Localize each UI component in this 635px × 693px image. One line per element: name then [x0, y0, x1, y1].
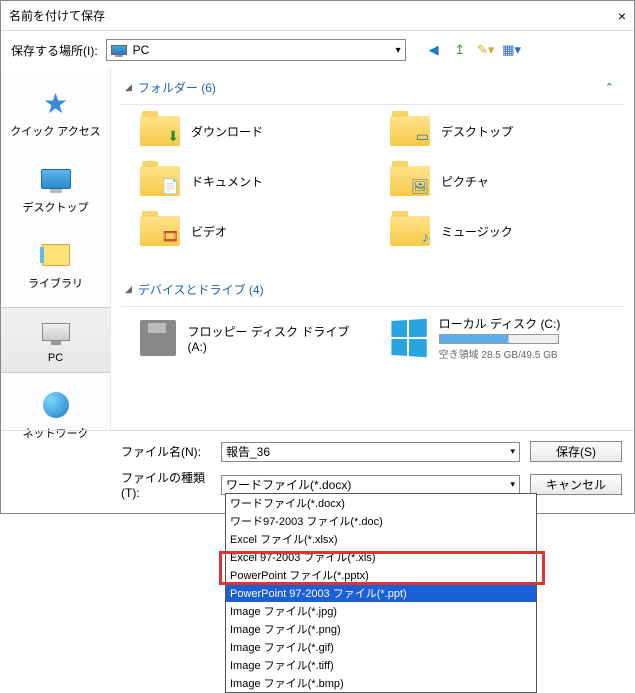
chevron-down-icon: ▾: [510, 479, 515, 490]
folder-pictures[interactable]: 🖼 ピクチャ: [389, 163, 609, 199]
drive-local-c[interactable]: ローカル ディスク (C:) 空き領域 28.5 GB/49.5 GB: [387, 315, 624, 361]
back-icon[interactable]: ◀: [426, 42, 442, 58]
sidebar-item-label: PC: [48, 352, 63, 364]
sidebar-item-quick-access[interactable]: ★ クイック アクセス: [1, 79, 110, 147]
group-header-folders[interactable]: フォルダー (6) ⌃: [121, 69, 624, 102]
cancel-button[interactable]: キャンセル: [530, 474, 622, 495]
form-area: ファイル名(N): 報告_36 ▾ 保存(S) ファイルの種類(T): ワードフ…: [1, 430, 634, 513]
save-as-dialog: 名前を付けて保存 × 保存する場所(I): PC ▾ ◀ ↥ ✎▾ ▦▾ ★ ク…: [0, 0, 635, 514]
folder-music[interactable]: ♪ ミュージック: [389, 213, 609, 249]
new-folder-icon[interactable]: ✎▾: [478, 42, 494, 58]
group-header-drives[interactable]: デバイスとドライブ (4): [121, 271, 624, 304]
filename-label: ファイル名(N):: [121, 443, 211, 460]
filetype-label: ファイルの種類(T):: [121, 469, 211, 500]
views-icon[interactable]: ▦▾: [504, 42, 520, 58]
filetype-option[interactable]: Image ファイル(*.bmp): [226, 674, 536, 692]
drives-grid: フロッピー ディスク ドライブ (A:) ローカル ディスク (C:) 空き領域…: [121, 315, 624, 383]
folder-label: ビデオ: [191, 223, 227, 240]
folder-icon: 🎞: [140, 216, 180, 246]
filetype-select[interactable]: ワードファイル(*.docx) ▾: [221, 475, 520, 495]
folder-label: ミュージック: [441, 223, 513, 240]
globe-icon: [43, 392, 69, 418]
filetype-option[interactable]: PowerPoint ファイル(*.pptx): [226, 566, 536, 584]
folder-icon: 🖼: [390, 166, 430, 196]
filetype-option[interactable]: ワード97-2003 ファイル(*.doc): [226, 512, 536, 530]
titlebar: 名前を付けて保存 ×: [1, 1, 634, 31]
library-icon: [42, 244, 70, 266]
location-label: 保存する場所(I):: [11, 42, 98, 59]
dialog-title: 名前を付けて保存: [9, 7, 618, 24]
folder-label: ダウンロード: [191, 123, 263, 140]
folder-label: デスクトップ: [441, 123, 513, 140]
filetype-option[interactable]: Image ファイル(*.jpg): [226, 602, 536, 620]
filename-input[interactable]: 報告_36 ▾: [221, 442, 520, 462]
folder-desktop[interactable]: ▭ デスクトップ: [389, 113, 609, 149]
folder-icon: 📄: [140, 166, 180, 196]
drive-label: フロッピー ディスク ドライブ (A:): [188, 323, 357, 354]
sidebar-item-desktop[interactable]: デスクトップ: [1, 155, 110, 223]
folder-label: ピクチャ: [441, 173, 489, 190]
sidebar-item-label: クイック アクセス: [10, 123, 101, 139]
filetype-dropdown[interactable]: ワードファイル(*.docx) ワード97-2003 ファイル(*.doc) E…: [225, 493, 537, 693]
sidebar-item-libraries[interactable]: ライブラリ: [1, 231, 110, 299]
folder-documents[interactable]: 📄 ドキュメント: [139, 163, 359, 199]
filetype-option[interactable]: Image ファイル(*.png): [226, 620, 536, 638]
folder-icon: ▭: [390, 116, 430, 146]
sidebar-item-label: デスクトップ: [23, 199, 89, 215]
filetype-option[interactable]: PowerPoint 97-2003 ファイル(*.ppt): [226, 584, 536, 602]
filetype-option[interactable]: Excel 97-2003 ファイル(*.xls): [226, 548, 536, 566]
location-toolbar: ◀ ↥ ✎▾ ▦▾: [426, 42, 520, 58]
monitor-icon: [41, 169, 71, 189]
drive-capacity-bar: [439, 334, 559, 344]
main-area: ★ クイック アクセス デスクトップ ライブラリ PC ネットワーク: [1, 69, 634, 430]
close-icon[interactable]: ×: [618, 8, 626, 24]
star-icon: ★: [43, 87, 68, 120]
sidebar-item-label: ライブラリ: [28, 275, 83, 291]
drive-freespace: 空き領域 28.5 GB/49.5 GB: [439, 346, 561, 361]
folder-label: ドキュメント: [191, 173, 263, 190]
folder-downloads[interactable]: ⬇ ダウンロード: [139, 113, 359, 149]
folder-icon: ⬇: [140, 116, 180, 146]
location-value: PC: [133, 43, 150, 57]
folder-icon: ♪: [390, 216, 430, 246]
chevron-down-icon: ▾: [396, 45, 401, 56]
drive-floppy-a[interactable]: フロッピー ディスク ドライブ (A:): [139, 315, 357, 361]
filetype-option[interactable]: Image ファイル(*.tiff): [226, 656, 536, 674]
places-sidebar: ★ クイック アクセス デスクトップ ライブラリ PC ネットワーク: [1, 69, 111, 430]
sidebar-item-pc[interactable]: PC: [1, 307, 110, 373]
drive-label: ローカル ディスク (C:): [439, 315, 561, 332]
filetype-option[interactable]: Image ファイル(*.gif): [226, 638, 536, 656]
save-button[interactable]: 保存(S): [530, 441, 622, 462]
location-select[interactable]: PC ▾: [106, 39, 406, 61]
windows-drive-icon: [391, 319, 426, 357]
location-bar: 保存する場所(I): PC ▾ ◀ ↥ ✎▾ ▦▾: [1, 31, 634, 69]
up-icon[interactable]: ↥: [452, 42, 468, 58]
chevron-down-icon: ▾: [510, 446, 515, 457]
folder-videos[interactable]: 🎞 ビデオ: [139, 213, 359, 249]
divider: [121, 104, 624, 105]
pc-icon: [111, 45, 127, 55]
floppy-icon: [140, 320, 176, 356]
content-pane: フォルダー (6) ⌃ ⬇ ダウンロード ▭ デスクトップ: [111, 69, 634, 430]
folders-grid: ⬇ ダウンロード ▭ デスクトップ 📄 ドキュメント 🖼 ピ: [121, 113, 624, 271]
filetype-option[interactable]: ワードファイル(*.docx): [226, 494, 536, 512]
pc-icon: [42, 323, 70, 341]
filetype-option[interactable]: Excel ファイル(*.xlsx): [226, 530, 536, 548]
divider: [121, 306, 624, 307]
collapse-icon[interactable]: ⌃: [605, 81, 620, 94]
